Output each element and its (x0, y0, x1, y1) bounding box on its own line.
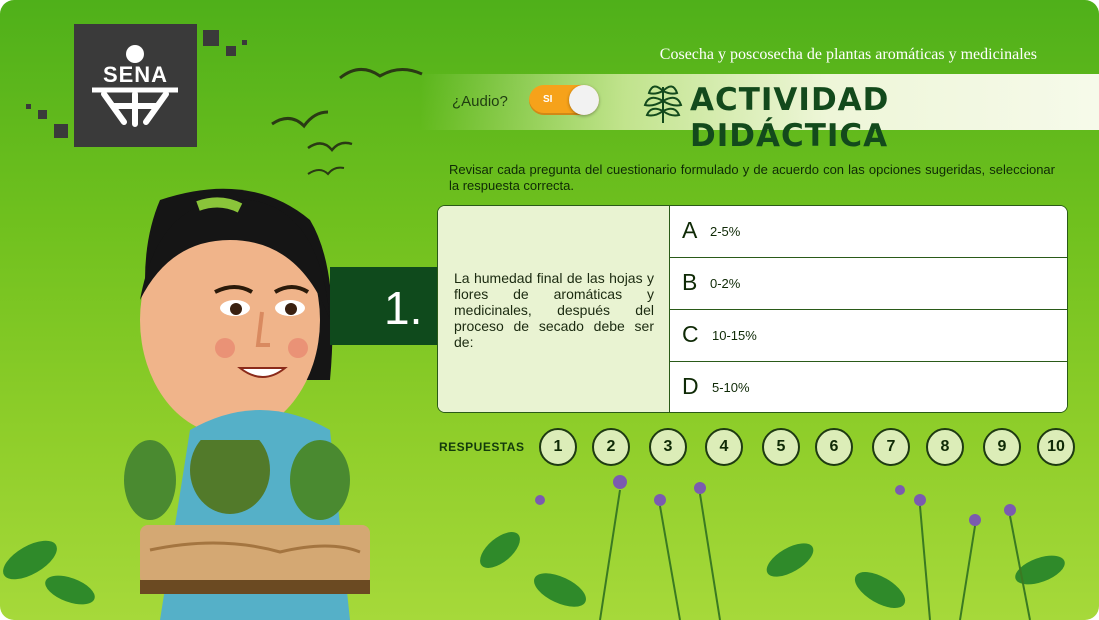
answer-button-6[interactable]: 6 (815, 428, 853, 466)
deco-square (242, 40, 247, 45)
deco-square (54, 124, 68, 138)
deco-square (26, 104, 31, 109)
instructions-text: Revisar cada pregunta del cuestionario f… (449, 162, 1055, 193)
answer-button-8[interactable]: 8 (926, 428, 964, 466)
deco-square (226, 46, 236, 56)
sena-logo-mark-icon (92, 45, 178, 127)
activity-screen: SENA Cosecha y poscosecha de plantas aro… (0, 0, 1099, 620)
sena-logo: SENA (74, 24, 197, 147)
option-value: 2-5% (710, 224, 741, 239)
option-letter: C (682, 321, 699, 347)
deco-square (203, 30, 219, 46)
audio-toggle[interactable]: SI (529, 85, 599, 115)
answer-button-10[interactable]: 10 (1037, 428, 1075, 466)
deco-square (38, 110, 47, 119)
option-d[interactable]: D 5-10% (670, 362, 1067, 412)
leaf-tree-icon (643, 85, 683, 123)
answer-button-1[interactable]: 1 (539, 428, 577, 466)
answer-button-9[interactable]: 9 (983, 428, 1021, 466)
option-letter: D (682, 373, 699, 399)
option-a[interactable]: A 2-5% (670, 206, 1067, 258)
toggle-knob (569, 85, 599, 115)
course-title: Cosecha y poscosecha de plantas aromátic… (659, 46, 1037, 63)
answer-button-5[interactable]: 5 (762, 428, 800, 466)
question-text: La humedad final de las hojas y flores d… (454, 270, 654, 350)
option-letter: A (682, 217, 698, 243)
option-value: 5-10% (712, 380, 750, 395)
answer-button-4[interactable]: 4 (705, 428, 743, 466)
answer-button-2[interactable]: 2 (592, 428, 630, 466)
audio-label: ¿Audio? (452, 93, 508, 110)
answer-button-7[interactable]: 7 (872, 428, 910, 466)
question-card: La humedad final de las hojas y flores d… (437, 205, 1068, 413)
option-c[interactable]: C 10-15% (670, 310, 1067, 362)
plants-decoration (3, 440, 1065, 620)
option-letter: B (682, 269, 698, 295)
birds-decoration (271, 68, 423, 176)
answer-button-3[interactable]: 3 (649, 428, 687, 466)
question-box: La humedad final de las hojas y flores d… (438, 206, 670, 412)
question-number: 1. (384, 282, 423, 334)
option-value: 10-15% (712, 328, 757, 343)
option-b[interactable]: B 0-2% (670, 258, 1067, 310)
option-value: 0-2% (710, 276, 741, 291)
activity-title: ACTIVIDAD DIDÁCTICA (690, 82, 890, 154)
answers-label: RESPUESTAS (439, 440, 525, 454)
audio-toggle-state: SI (543, 94, 553, 105)
